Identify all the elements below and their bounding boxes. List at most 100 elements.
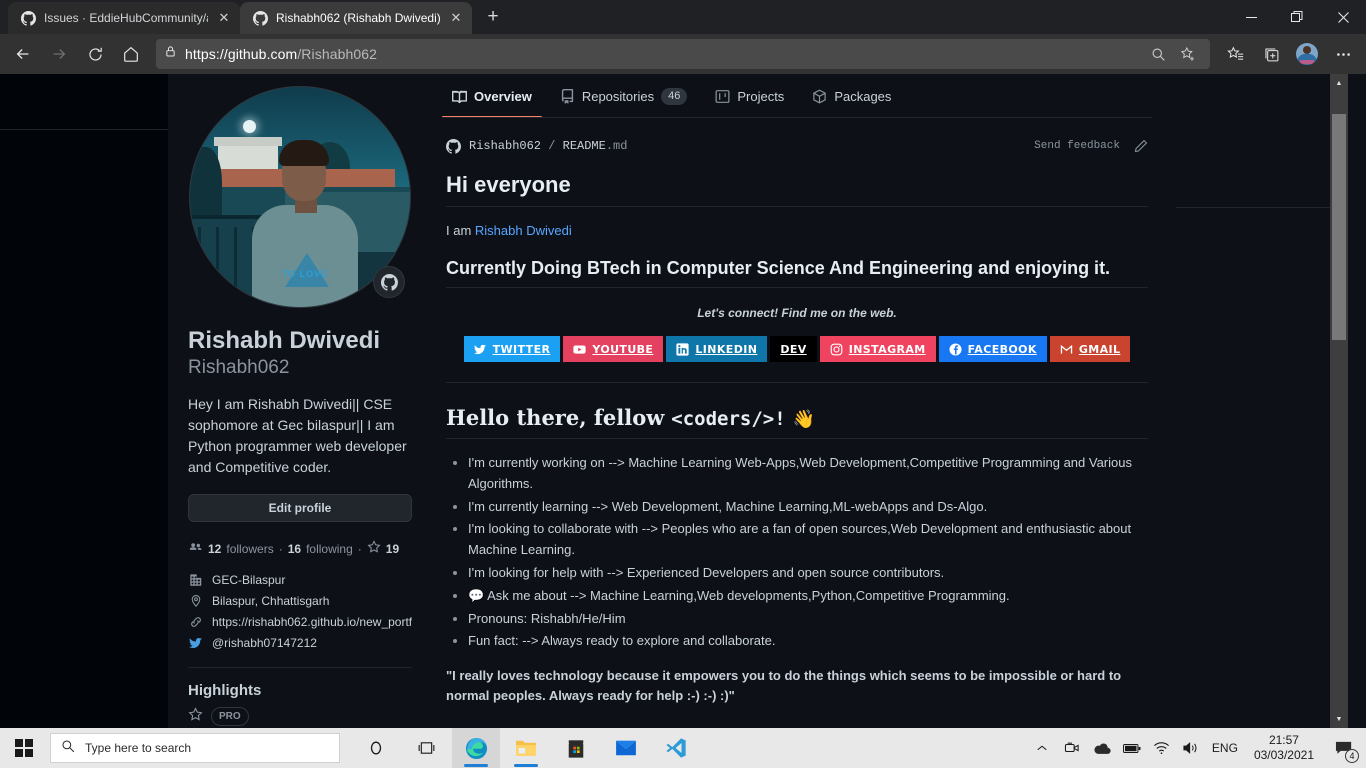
address-bar[interactable]: https://github.com/Rishabh062 (156, 39, 1210, 69)
edit-profile-button[interactable]: Edit profile (188, 493, 412, 522)
browser-tab-1[interactable]: Issues · EddieHubCommunity/aw ✕ (8, 2, 240, 34)
file-explorer-icon[interactable] (502, 728, 550, 768)
badge-facebook-label: FACEBOOK (967, 342, 1037, 356)
badge-facebook[interactable]: FACEBOOK (938, 336, 1047, 362)
meet-now-icon[interactable] (1062, 736, 1082, 760)
home-button[interactable] (114, 38, 148, 70)
stats-separator-1: · (278, 541, 283, 556)
status-emoji-button[interactable] (373, 266, 405, 298)
tab-overview-label: Overview (474, 88, 532, 104)
collections-icon[interactable] (1254, 38, 1288, 70)
onedrive-icon[interactable] (1092, 736, 1112, 760)
tab-projects[interactable]: Projects (705, 74, 794, 118)
cortana-icon[interactable] (352, 728, 400, 768)
readme-hello-heading: Hello there, fellow <coders/>! 👋 (446, 405, 1148, 439)
meta-organization[interactable]: GEC-Bilaspur (188, 572, 412, 588)
add-favorite-icon[interactable] (1174, 41, 1202, 67)
taskbar-icons (352, 728, 700, 768)
avatar-shirt-text: TO LOVE (281, 269, 329, 279)
readme-bullet-list: I'm currently working on --> Machine Lea… (446, 453, 1148, 652)
badge-gmail[interactable]: GMAIL (1049, 336, 1131, 362)
profile-avatar[interactable] (1290, 38, 1324, 70)
star-icon (367, 540, 381, 557)
tab-packages-label: Packages (834, 88, 892, 104)
minimize-button[interactable] (1228, 0, 1274, 34)
badge-twitter[interactable]: TWITTER (463, 336, 561, 362)
battery-icon[interactable] (1122, 736, 1142, 760)
volume-icon[interactable] (1182, 736, 1202, 760)
badge-linkedin[interactable]: LINKEDIN (666, 336, 768, 362)
readme-owner: Rishabh062 (469, 139, 542, 153)
facebook-icon (949, 342, 962, 356)
browser-tab-2[interactable]: Rishabh062 (Rishabh Dwivedi) ✕ (240, 2, 472, 34)
scrollbar-thumb[interactable] (1332, 114, 1346, 340)
task-view-icon[interactable] (402, 728, 450, 768)
back-button[interactable] (6, 38, 40, 70)
forward-button[interactable] (42, 38, 76, 70)
profile-stats: 12 followers · 16 following · 19 (188, 540, 412, 558)
meta-website[interactable]: https://rishabh062.github.io/new_portfo… (188, 614, 412, 630)
nav-divider (442, 117, 1152, 118)
close-button[interactable] (1320, 0, 1366, 34)
badge-dev[interactable]: DEV (770, 336, 817, 362)
tab-repositories[interactable]: Repositories 46 (550, 74, 698, 118)
readme-filename: README (562, 139, 606, 153)
linkedin-icon (676, 342, 689, 356)
pencil-icon[interactable] (1134, 139, 1148, 153)
readme-connect-line: Let's connect! Find me on the web. (697, 306, 897, 320)
favorites-icon[interactable] (1218, 38, 1252, 70)
github-icon (446, 138, 462, 154)
github-profile-page: ☾ (0, 74, 1348, 728)
github-icon (20, 10, 36, 26)
window-controls (1228, 0, 1366, 34)
mail-icon[interactable] (602, 728, 650, 768)
badge-instagram[interactable]: INSTAGRAM (819, 336, 936, 362)
notification-center-icon[interactable]: 4 (1330, 734, 1359, 763)
url-text: https://github.com/Rishabh062 (185, 46, 377, 62)
chevron-up-icon[interactable] (1032, 736, 1052, 760)
system-tray: ENG 21:57 03/03/2021 4 (1032, 733, 1366, 763)
url-host: github.com (227, 46, 298, 62)
new-tab-button[interactable]: + (478, 2, 508, 32)
list-item: I'm currently learning --> Web Developme… (468, 497, 1148, 518)
maximize-button[interactable] (1274, 0, 1320, 34)
page-scrollbar[interactable]: ▲ ▼ (1330, 74, 1348, 728)
wifi-icon[interactable] (1152, 736, 1172, 760)
vscode-icon[interactable] (652, 728, 700, 768)
readme-path[interactable]: Rishabh062 / README.md (469, 139, 627, 153)
profile-sidebar: TO LOVE Rishabh Dwivedi Rishabh062 Hey I… (168, 74, 432, 728)
followers-icon (188, 540, 203, 558)
search-icon[interactable] (1144, 41, 1172, 67)
send-feedback-link[interactable]: Send feedback (1034, 140, 1120, 152)
scroll-down-icon[interactable]: ▼ (1330, 710, 1348, 728)
close-icon[interactable]: ✕ (448, 10, 464, 26)
waving-hand-icon: 👋 (792, 409, 816, 430)
search-input[interactable]: Type here to search (50, 733, 340, 763)
clock[interactable]: 21:57 03/03/2021 (1248, 733, 1320, 763)
list-item: I'm looking for help with --> Experience… (468, 563, 1148, 584)
meta-twitter-text: @rishabh07147212 (212, 635, 317, 650)
project-icon (715, 89, 730, 104)
profile-name: Rishabh Dwivedi (188, 327, 381, 354)
readme-card: Rishabh062 / README.md Send feedback Hi … (442, 132, 1152, 728)
badge-youtube[interactable]: YOUTUBE (563, 336, 664, 362)
profile-nav-tabs: Overview Repositories 46 Projects Packag… (432, 74, 1176, 118)
edge-icon[interactable] (452, 728, 500, 768)
tab-projects-label: Projects (737, 88, 785, 104)
microsoft-store-icon[interactable] (552, 728, 600, 768)
settings-more-icon[interactable] (1326, 38, 1360, 70)
readme-intro-link[interactable]: Rishabh Dwivedi (475, 223, 572, 238)
readme-extension: .md (605, 139, 628, 153)
tab-packages[interactable]: Packages (802, 74, 901, 118)
meta-twitter[interactable]: @rishabh07147212 (188, 635, 412, 651)
badge-youtube-label: YOUTUBE (592, 342, 654, 356)
windows-taskbar: Type here to search ENG 21:57 03/03/2021… (0, 728, 1366, 768)
readme-divider (446, 382, 1148, 383)
reload-button[interactable] (78, 38, 112, 70)
start-icon[interactable] (0, 728, 48, 768)
close-icon[interactable]: ✕ (216, 10, 232, 26)
readme-header: Rishabh062 / README.md Send feedback (442, 132, 1152, 160)
scroll-up-icon[interactable]: ▲ (1330, 74, 1348, 92)
tab-overview[interactable]: Overview (442, 74, 542, 118)
language-indicator[interactable]: ENG (1212, 741, 1238, 755)
